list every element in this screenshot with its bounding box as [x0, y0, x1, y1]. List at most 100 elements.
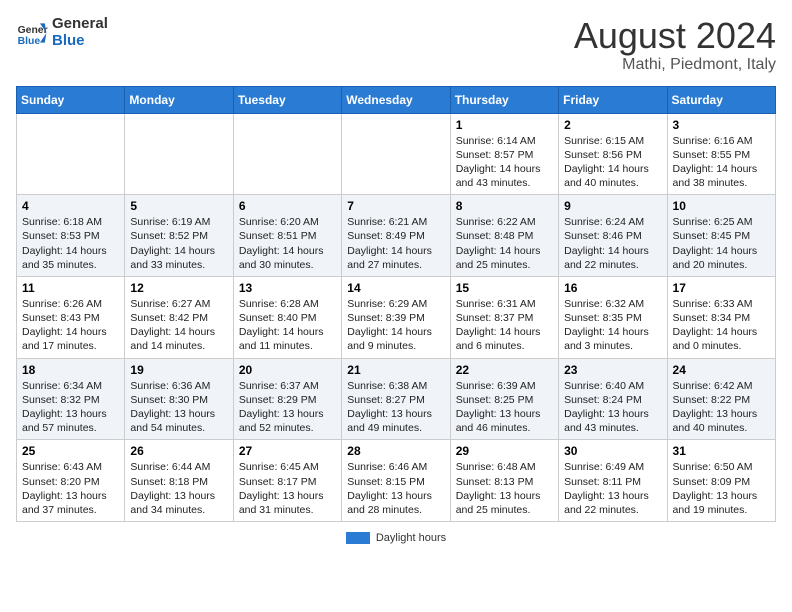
cell-content: Sunrise: 6:26 AM Sunset: 8:43 PM Dayligh… — [22, 297, 119, 354]
calendar-cell: 5 Sunrise: 6:19 AM Sunset: 8:52 PM Daylig… — [125, 195, 233, 277]
title-block: August 2024 Mathi, Piedmont, Italy — [574, 16, 776, 74]
day-number: 29 — [456, 444, 553, 458]
cell-content: Sunrise: 6:19 AM Sunset: 8:52 PM Dayligh… — [130, 215, 227, 272]
calendar-cell: 2Sunrise: 6:15 AM Sunset: 8:56 PM Daylig… — [559, 113, 667, 195]
calendar-cell: 13 Sunrise: 6:28 AM Sunset: 8:40 PM Dayli… — [233, 276, 341, 358]
calendar-cell: 11 Sunrise: 6:26 AM Sunset: 8:43 PM Dayli… — [17, 276, 125, 358]
calendar-cell — [233, 113, 341, 195]
cell-content: Sunrise: 6:28 AM Sunset: 8:40 PM Dayligh… — [239, 297, 336, 354]
calendar-cell: 31Sunrise: 6:50 AM Sunset: 8:09 PM Dayli… — [667, 440, 775, 522]
calendar-cell: 15 Sunrise: 6:31 AM Sunset: 8:37 PM Dayli… — [450, 276, 558, 358]
calendar-cell: 24 Sunrise: 6:42 AM Sunset: 8:22 PM Dayli… — [667, 358, 775, 440]
day-number: 30 — [564, 444, 661, 458]
calendar-cell: 23 Sunrise: 6:40 AM Sunset: 8:24 PM Dayli… — [559, 358, 667, 440]
cell-content: Sunrise: 6:45 AM Sunset: 8:17 PM Dayligh… — [239, 460, 336, 517]
cell-content: Sunrise: 6:42 AM Sunset: 8:22 PM Dayligh… — [673, 379, 770, 436]
cell-content: Sunrise: 6:16 AM Sunset: 8:55 PM Dayligh… — [673, 134, 770, 191]
cell-content: Sunrise: 6:39 AM Sunset: 8:25 PM Dayligh… — [456, 379, 553, 436]
svg-text:Blue: Blue — [18, 36, 41, 47]
day-number: 18 — [22, 363, 119, 377]
calendar-cell: 30 Sunrise: 6:49 AM Sunset: 8:11 PM Dayli… — [559, 440, 667, 522]
day-number: 15 — [456, 281, 553, 295]
cell-content: Sunrise: 6:25 AM Sunset: 8:45 PM Dayligh… — [673, 215, 770, 272]
cell-content: Sunrise: 6:22 AM Sunset: 8:48 PM Dayligh… — [456, 215, 553, 272]
day-number: 11 — [22, 281, 119, 295]
day-of-week-header: Thursday — [450, 86, 558, 113]
calendar-cell: 29 Sunrise: 6:48 AM Sunset: 8:13 PM Dayli… — [450, 440, 558, 522]
day-number: 25 — [22, 444, 119, 458]
cell-content: Sunrise: 6:36 AM Sunset: 8:30 PM Dayligh… — [130, 379, 227, 436]
cell-content: Sunrise: 6:49 AM Sunset: 8:11 PM Dayligh… — [564, 460, 661, 517]
cell-content: Sunrise: 6:20 AM Sunset: 8:51 PM Dayligh… — [239, 215, 336, 272]
day-number: 9 — [564, 199, 661, 213]
cell-content: Sunrise: 6:50 AM Sunset: 8:09 PM Dayligh… — [673, 460, 770, 517]
calendar-cell — [342, 113, 450, 195]
day-number: 16 — [564, 281, 661, 295]
day-of-week-header: Sunday — [17, 86, 125, 113]
location-subtitle: Mathi, Piedmont, Italy — [574, 56, 776, 74]
cell-content: Sunrise: 6:34 AM Sunset: 8:32 PM Dayligh… — [22, 379, 119, 436]
calendar-cell: 20 Sunrise: 6:37 AM Sunset: 8:29 PM Dayli… — [233, 358, 341, 440]
cell-content: Sunrise: 6:29 AM Sunset: 8:39 PM Dayligh… — [347, 297, 444, 354]
logo-general-text: General — [52, 16, 108, 33]
cell-content: Sunrise: 6:37 AM Sunset: 8:29 PM Dayligh… — [239, 379, 336, 436]
day-number: 12 — [130, 281, 227, 295]
day-number: 8 — [456, 199, 553, 213]
cell-content: Sunrise: 6:31 AM Sunset: 8:37 PM Dayligh… — [456, 297, 553, 354]
legend-label: Daylight hours — [376, 532, 446, 544]
month-year-title: August 2024 — [574, 16, 776, 56]
calendar-cell: 9 Sunrise: 6:24 AM Sunset: 8:46 PM Daylig… — [559, 195, 667, 277]
logo: General Blue General Blue — [16, 16, 108, 49]
footer: Daylight hours — [16, 532, 776, 544]
cell-content: Sunrise: 6:40 AM Sunset: 8:24 PM Dayligh… — [564, 379, 661, 436]
legend: Daylight hours — [16, 532, 776, 544]
calendar-cell: 17Sunrise: 6:33 AM Sunset: 8:34 PM Dayli… — [667, 276, 775, 358]
day-of-week-header: Monday — [125, 86, 233, 113]
calendar-cell: 25Sunrise: 6:43 AM Sunset: 8:20 PM Dayli… — [17, 440, 125, 522]
calendar-cell: 18 Sunrise: 6:34 AM Sunset: 8:32 PM Dayli… — [17, 358, 125, 440]
day-number: 10 — [673, 199, 770, 213]
cell-content: Sunrise: 6:21 AM Sunset: 8:49 PM Dayligh… — [347, 215, 444, 272]
calendar-cell: 19 Sunrise: 6:36 AM Sunset: 8:30 PM Dayli… — [125, 358, 233, 440]
calendar-cell: 27 Sunrise: 6:45 AM Sunset: 8:17 PM Dayli… — [233, 440, 341, 522]
day-number: 4 — [22, 199, 119, 213]
cell-content: Sunrise: 6:32 AM Sunset: 8:35 PM Dayligh… — [564, 297, 661, 354]
calendar-table: SundayMondayTuesdayWednesdayThursdayFrid… — [16, 86, 776, 522]
legend-color-swatch — [346, 532, 370, 544]
day-number: 22 — [456, 363, 553, 377]
calendar-cell: 1Sunrise: 6:14 AM Sunset: 8:57 PM Daylig… — [450, 113, 558, 195]
day-number: 21 — [347, 363, 444, 377]
calendar-cell: 10 Sunrise: 6:25 AM Sunset: 8:45 PM Dayli… — [667, 195, 775, 277]
day-number: 14 — [347, 281, 444, 295]
day-number: 19 — [130, 363, 227, 377]
calendar-cell: 28Sunrise: 6:46 AM Sunset: 8:15 PM Dayli… — [342, 440, 450, 522]
calendar-cell: 4Sunrise: 6:18 AM Sunset: 8:53 PM Daylig… — [17, 195, 125, 277]
day-number: 24 — [673, 363, 770, 377]
cell-content: Sunrise: 6:48 AM Sunset: 8:13 PM Dayligh… — [456, 460, 553, 517]
logo-icon: General Blue — [16, 17, 48, 49]
day-number: 3 — [673, 118, 770, 132]
day-of-week-header: Tuesday — [233, 86, 341, 113]
day-number: 27 — [239, 444, 336, 458]
day-number: 2 — [564, 118, 661, 132]
calendar-cell: 22 Sunrise: 6:39 AM Sunset: 8:25 PM Dayli… — [450, 358, 558, 440]
day-of-week-header: Wednesday — [342, 86, 450, 113]
day-number: 7 — [347, 199, 444, 213]
calendar-cell: 7 Sunrise: 6:21 AM Sunset: 8:49 PM Daylig… — [342, 195, 450, 277]
calendar-cell — [17, 113, 125, 195]
calendar-cell: 16 Sunrise: 6:32 AM Sunset: 8:35 PM Dayli… — [559, 276, 667, 358]
calendar-cell: 12 Sunrise: 6:27 AM Sunset: 8:42 PM Dayli… — [125, 276, 233, 358]
day-number: 20 — [239, 363, 336, 377]
day-number: 6 — [239, 199, 336, 213]
day-number: 5 — [130, 199, 227, 213]
page-header: General Blue General Blue August 2024 Ma… — [16, 16, 776, 74]
day-number: 23 — [564, 363, 661, 377]
day-number: 17 — [673, 281, 770, 295]
day-number: 1 — [456, 118, 553, 132]
day-of-week-header: Saturday — [667, 86, 775, 113]
day-number: 26 — [130, 444, 227, 458]
logo-blue-text: Blue — [52, 33, 108, 50]
cell-content: Sunrise: 6:24 AM Sunset: 8:46 PM Dayligh… — [564, 215, 661, 272]
cell-content: Sunrise: 6:27 AM Sunset: 8:42 PM Dayligh… — [130, 297, 227, 354]
day-number: 13 — [239, 281, 336, 295]
